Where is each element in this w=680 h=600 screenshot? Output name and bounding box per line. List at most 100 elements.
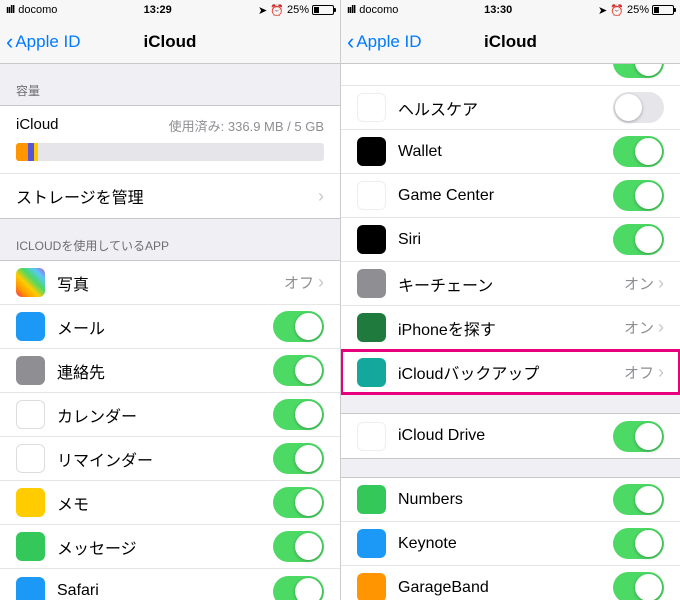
toggle[interactable] [613,180,664,211]
toggle[interactable] [273,311,324,342]
app-icon [16,577,45,600]
list-item[interactable]: iPhoneを探すオン› [341,306,680,350]
app-icon [16,356,45,385]
back-label: Apple ID [356,32,421,52]
signal-icon: ııll [347,4,355,16]
app-icon [357,269,386,298]
toggle[interactable] [273,487,324,518]
list-item[interactable]: ヘルスケア [341,86,680,130]
chevron-right-icon: › [318,186,324,207]
list-item[interactable]: iCloudバックアップオフ› [341,350,680,394]
battery-pct: 25% [627,4,649,16]
item-label: ヘルスケア [398,96,613,120]
toggle[interactable] [273,399,324,430]
left-screenshot: ııll docomo 13:29 ➤ ⏰ 25% ‹ Apple ID iCl… [0,0,340,600]
item-label: Safari [57,582,273,600]
item-label: Wallet [398,143,613,161]
app-icon [357,529,386,558]
signal-icon: ııll [6,4,14,16]
app-icon [16,532,45,561]
list-item[interactable]: メモ [0,481,340,525]
carrier: docomo [359,4,398,16]
storage-row[interactable]: iCloud 使用済み: 336.9 MB / 5 GB [0,106,340,174]
toggle[interactable] [613,136,664,167]
detail-text: オフ [284,272,314,293]
list-item[interactable]: メール [0,305,340,349]
chevron-right-icon: › [658,273,664,294]
app-icon [16,312,45,341]
section-apps: ICLOUDを使用しているAPP [0,219,340,260]
item-label: iCloudバックアップ [398,360,624,384]
battery-icon [312,5,334,15]
list-item[interactable]: カレンダー [0,393,340,437]
toggle[interactable] [613,92,664,123]
app-icon [357,93,386,122]
battery-icon [652,5,674,15]
manage-storage-label: ストレージを管理 [16,184,318,208]
location-icon: ➤ [258,4,267,17]
app-icon [357,225,386,254]
item-label: カレンダー [57,403,273,427]
toggle[interactable] [613,528,664,559]
toggle[interactable] [613,224,664,255]
battery-pct: 25% [287,4,309,16]
toggle[interactable] [613,572,664,600]
chevron-left-icon: ‹ [347,31,354,53]
item-label: iPhoneを探す [398,316,624,340]
list-item[interactable]: Siri [341,218,680,262]
list-item[interactable]: 連絡先 [0,349,340,393]
list-item[interactable] [341,64,680,86]
item-label: 連絡先 [57,359,273,383]
content[interactable]: ヘルスケアWalletGame CenterSiriキーチェーンオン›iPhon… [341,64,680,600]
alarm-icon: ⏰ [270,4,284,17]
status-bar: ııll docomo 13:30 ➤ ⏰ 25% [341,0,680,20]
item-label: リマインダー [57,447,273,471]
app-icon [357,358,386,387]
list-item[interactable]: Game Center [341,174,680,218]
app-icon [357,313,386,342]
item-label: iCloud Drive [398,427,613,445]
list-item[interactable]: 写真オフ› [0,261,340,305]
list-item[interactable]: iCloud Drive [341,414,680,458]
toggle[interactable] [613,484,664,515]
list-item[interactable]: GarageBand [341,566,680,600]
app-icon [16,444,45,473]
list-item[interactable]: Safari [0,569,340,600]
list-item[interactable]: Wallet [341,130,680,174]
toggle[interactable] [613,64,664,78]
list-item[interactable]: キーチェーンオン› [341,262,680,306]
app-icon [357,181,386,210]
toggle[interactable] [273,576,324,600]
content[interactable]: 容量 iCloud 使用済み: 336.9 MB / 5 GB ストレージを管理… [0,64,340,600]
manage-storage-row[interactable]: ストレージを管理 › [0,174,340,218]
carrier: docomo [18,4,57,16]
location-icon: ➤ [598,4,607,17]
toggle[interactable] [613,421,664,452]
back-button[interactable]: ‹ Apple ID [6,31,81,53]
section-capacity: 容量 [0,64,340,105]
storage-label: iCloud [16,116,59,135]
item-label: メモ [57,491,273,515]
toggle[interactable] [273,355,324,386]
list-item[interactable]: リマインダー [0,437,340,481]
status-bar: ııll docomo 13:29 ➤ ⏰ 25% [0,0,340,20]
item-label: Keynote [398,535,613,553]
storage-used: 使用済み: 336.9 MB / 5 GB [169,116,324,135]
chevron-left-icon: ‹ [6,31,13,53]
list-item[interactable]: Keynote [341,522,680,566]
list-item[interactable]: Numbers [341,478,680,522]
detail-text: オン [624,273,654,294]
app-icon [357,485,386,514]
clock: 13:29 [57,4,258,16]
clock: 13:30 [398,4,598,16]
nav-bar: ‹ Apple ID iCloud [0,20,340,64]
item-label: メッセージ [57,535,273,559]
app-icon [16,268,45,297]
detail-text: オフ [624,362,654,383]
toggle[interactable] [273,443,324,474]
item-label: キーチェーン [398,272,624,296]
list-item[interactable]: メッセージ [0,525,340,569]
toggle[interactable] [273,531,324,562]
item-label: Game Center [398,187,613,205]
back-button[interactable]: ‹ Apple ID [347,31,422,53]
